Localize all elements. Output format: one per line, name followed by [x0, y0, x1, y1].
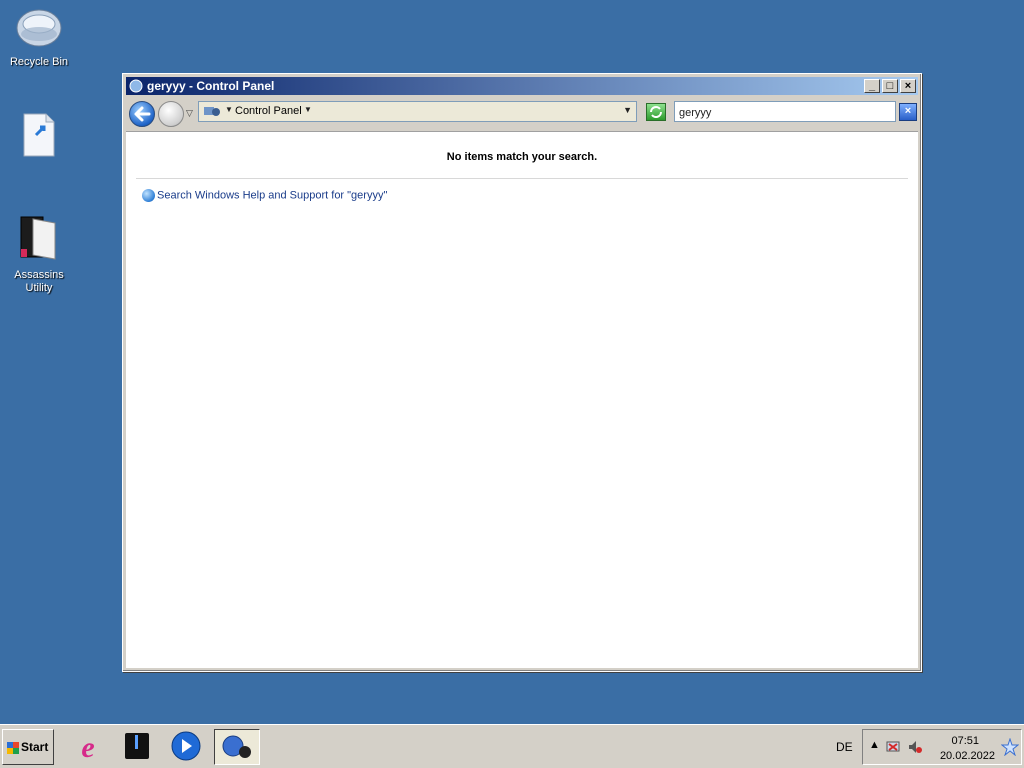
document-shortcut-icon	[1, 113, 77, 161]
content-area: No items match your search. Search Windo…	[126, 131, 918, 668]
volume-muted-icon[interactable]	[907, 739, 923, 758]
search-input[interactable]	[674, 101, 896, 122]
desktop-icon-assassins-utility[interactable]: Assassins Utility	[1, 215, 77, 295]
taskbar-app-internet-explorer[interactable]: e	[68, 729, 108, 765]
clock-time[interactable]: 07:51	[951, 735, 979, 747]
show-desktop-icon[interactable]	[1000, 737, 1020, 759]
flash-drive-icon	[125, 733, 149, 759]
breadcrumb-arrow-icon[interactable]: ▼	[225, 105, 233, 114]
no-results-message: No items match your search.	[446, 151, 598, 163]
recycle-bin-label: Recycle Bin	[9, 56, 69, 68]
back-button[interactable]	[129, 101, 155, 127]
assassins-utility-label: Assassins Utility	[14, 269, 64, 294]
window-title: geryyy - Control Panel	[147, 79, 275, 93]
breadcrumb-control-panel[interactable]: Control Panel	[235, 105, 302, 117]
taskbar: Start e DE ▲ 07:51 20.02.2022	[0, 724, 1024, 768]
breadcrumb-arrow-icon[interactable]: ▼	[304, 105, 312, 114]
folder-utility-icon	[1, 215, 77, 265]
control-panel-icon	[129, 79, 143, 93]
recycle-bin-icon	[1, 6, 77, 52]
windows-logo-icon	[7, 741, 19, 754]
minimize-button[interactable]: _	[864, 79, 880, 93]
address-dropdown-icon[interactable]: ▼	[623, 105, 632, 115]
control-panel-gear-icon	[222, 735, 251, 758]
help-search-link[interactable]: Search Windows Help and Support for "ger…	[142, 189, 387, 202]
address-bar[interactable]: ▼ Control Panel ▼ ▼	[198, 101, 637, 122]
maximize-button[interactable]: □	[882, 79, 898, 93]
refresh-icon	[650, 106, 662, 118]
taskbar-app-flash-drive[interactable]	[117, 729, 157, 765]
taskbar-app-control-panel[interactable]	[214, 729, 260, 765]
title-bar[interactable]: geryyy - Control Panel _ □ ×	[126, 77, 918, 95]
help-icon	[142, 189, 155, 202]
clear-search-button[interactable]: ×	[899, 103, 917, 121]
divider	[136, 178, 908, 179]
start-label: Start	[21, 740, 49, 754]
start-button[interactable]: Start	[2, 729, 54, 765]
back-arrow-icon	[134, 106, 151, 122]
close-button[interactable]: ×	[900, 79, 916, 93]
clock-date[interactable]: 20.02.2022	[940, 750, 995, 762]
desktop-icon-recycle-bin[interactable]: Recycle Bin	[1, 6, 77, 69]
svg-text:e: e	[81, 731, 94, 763]
help-link-text[interactable]: Search Windows Help and Support for "ger…	[157, 189, 387, 201]
language-indicator[interactable]: DE	[836, 740, 853, 754]
control-panel-window: geryyy - Control Panel _ □ × ▽ ▼ Control…	[122, 73, 922, 672]
history-dropdown-icon[interactable]: ▽	[186, 108, 193, 119]
taskbar-app-media-player[interactable]	[166, 729, 206, 765]
forward-button[interactable]	[158, 101, 184, 127]
system-tray: ▲ 07:51 20.02.2022	[862, 729, 1022, 765]
refresh-button[interactable]	[646, 103, 666, 121]
media-player-icon	[171, 731, 201, 761]
navigation-bar: ▽ ▼ Control Panel ▼ ▼ ×	[126, 98, 918, 130]
internet-explorer-icon: e	[81, 731, 94, 764]
desktop-icon-shortcut[interactable]	[1, 113, 77, 165]
control-panel-small-icon	[203, 105, 221, 120]
show-hidden-icons-icon[interactable]: ▲	[869, 739, 880, 751]
network-icon[interactable]	[885, 739, 901, 758]
